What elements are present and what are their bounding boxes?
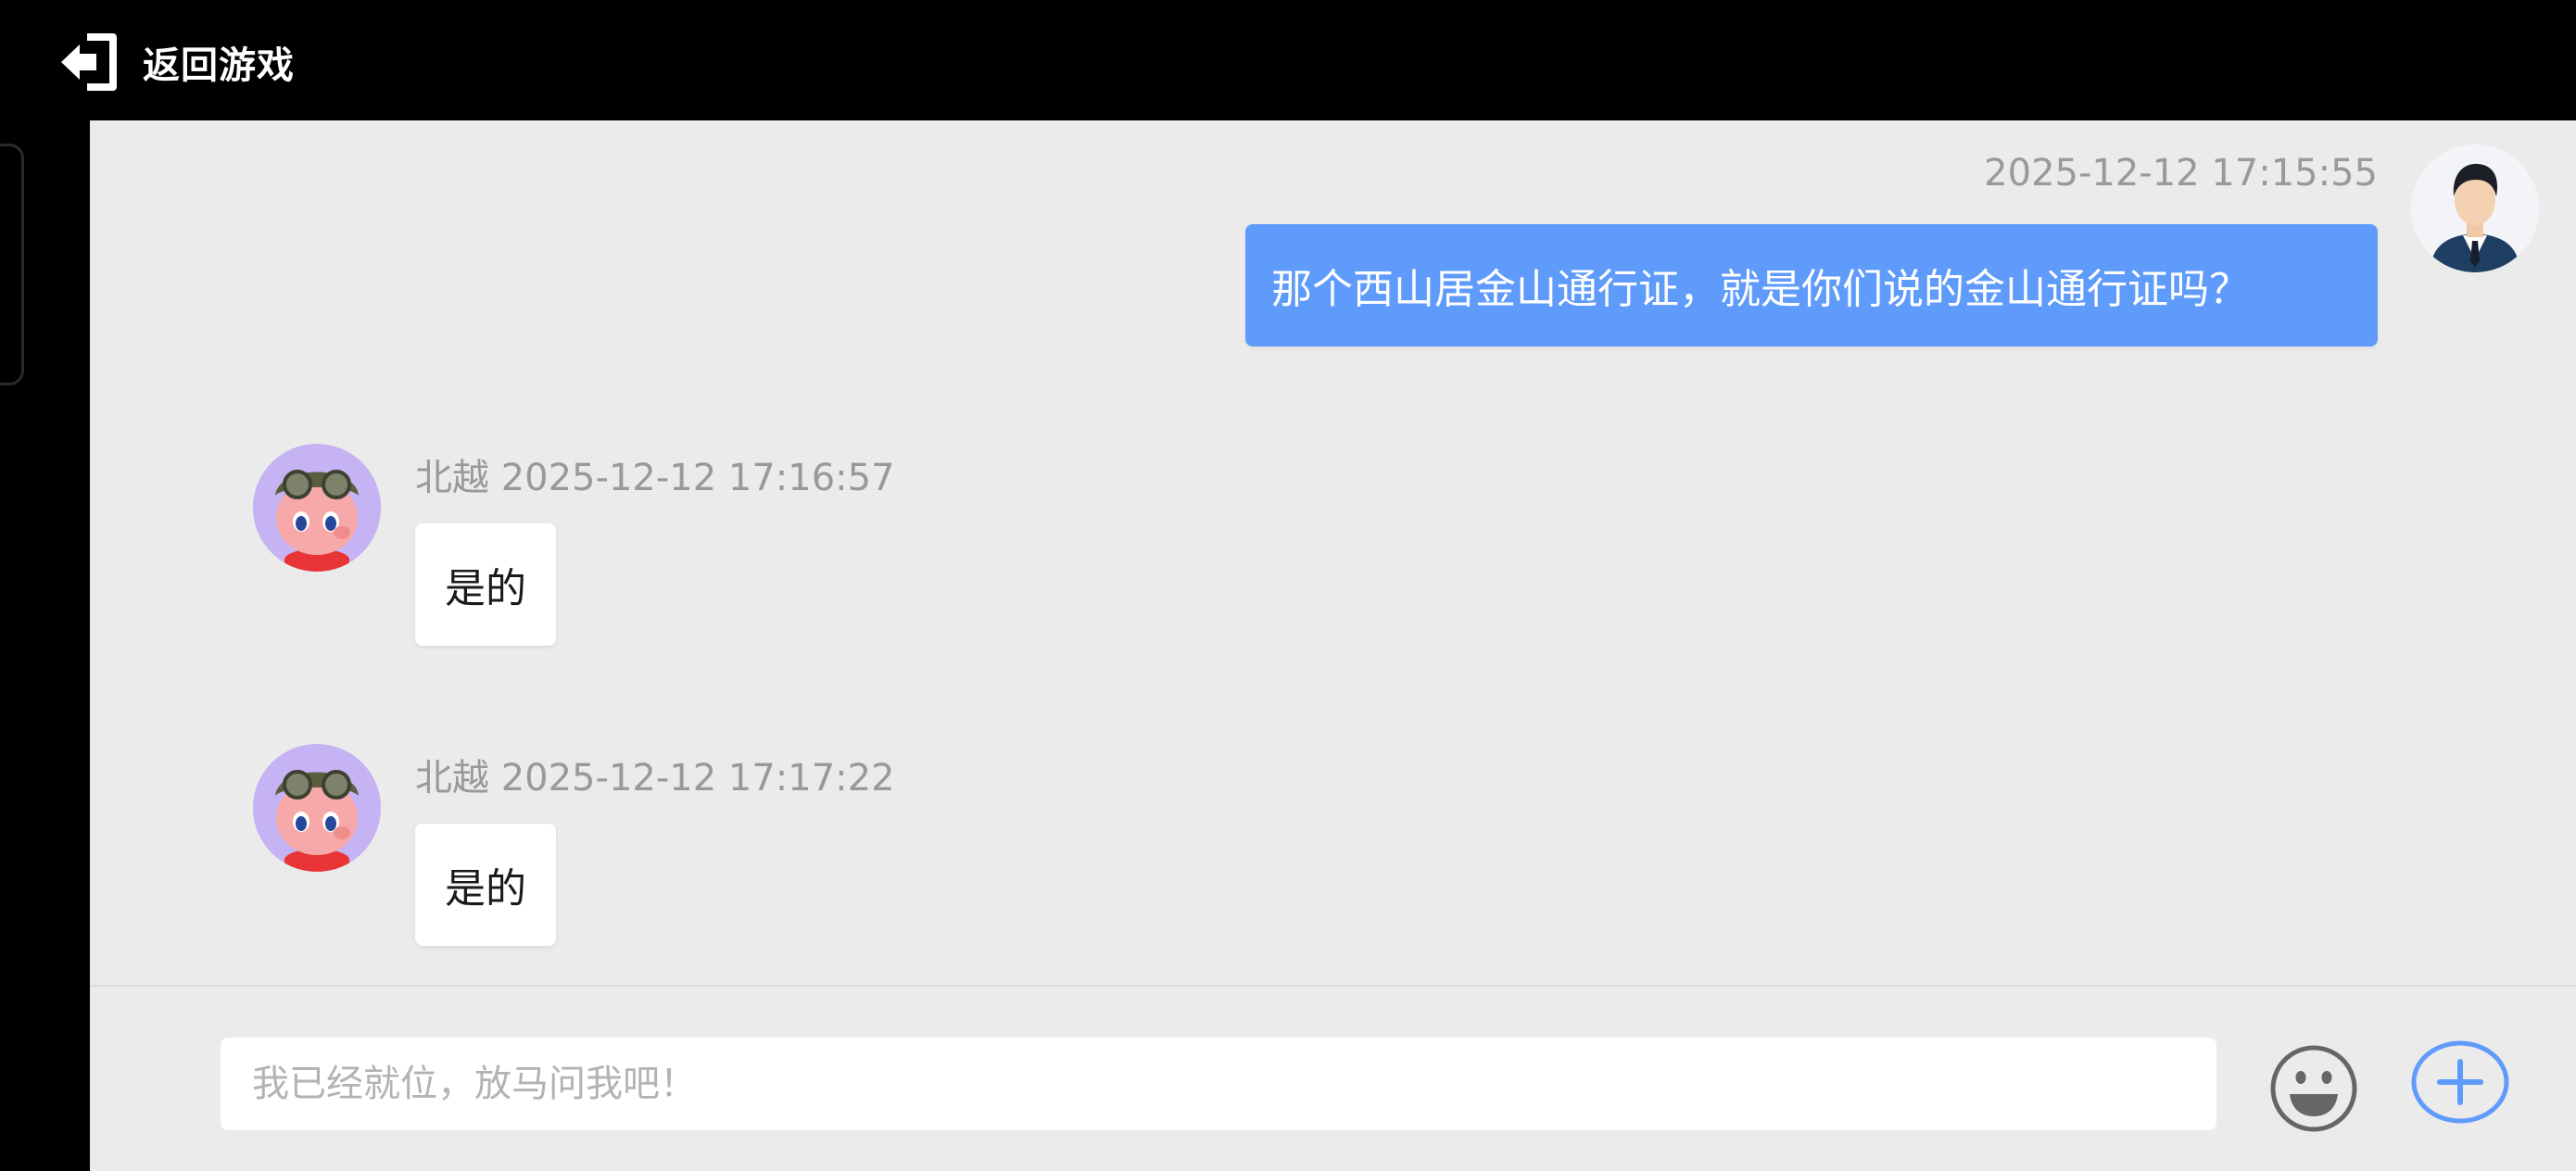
smiley-face-icon <box>2270 1045 2357 1132</box>
chat-message-list[interactable]: 2025-12-12 17:15:55 那个西山居金山通行证，就是你们说的金山通… <box>90 120 2576 985</box>
top-bar: 返回游戏 <box>0 0 2576 120</box>
bot-message-bubble[interactable]: 是的 <box>415 824 556 946</box>
bot-message-bubble[interactable]: 是的 <box>415 523 556 646</box>
own-message-bubble[interactable]: 那个西山居金山通行证，就是你们说的金山通行证吗？ <box>1245 224 2378 346</box>
bot-message-meta: 北越 2025-12-12 17:17:22 <box>415 757 895 800</box>
bot-message-text: 是的 <box>445 865 526 913</box>
bot-message-text: 是的 <box>445 565 526 612</box>
exit-arrow-icon <box>61 33 117 91</box>
bot-avatar[interactable] <box>253 744 381 872</box>
emoji-button[interactable] <box>2269 1044 2358 1133</box>
pig-pilot-avatar-icon <box>253 744 381 872</box>
back-to-game-button[interactable]: 返回游戏 <box>56 31 295 93</box>
side-drawer-handle[interactable] <box>0 144 24 385</box>
plus-circle-icon <box>2411 1040 2509 1124</box>
message-input[interactable] <box>221 1038 2216 1130</box>
add-attachment-button[interactable] <box>2411 1039 2509 1125</box>
own-message-text: 那个西山居金山通行证，就是你们说的金山通行证吗？ <box>1271 266 2250 313</box>
message-timestamp: 2025-12-12 17:15:55 <box>1984 152 2378 195</box>
businessman-avatar-icon <box>2411 145 2539 272</box>
message-input-bar <box>90 987 2576 1171</box>
user-avatar[interactable] <box>2411 145 2539 272</box>
back-to-game-label: 返回游戏 <box>143 44 295 87</box>
pig-pilot-avatar-icon <box>253 444 381 572</box>
bot-avatar[interactable] <box>253 444 381 572</box>
bot-message-meta: 北越 2025-12-12 17:16:57 <box>415 457 895 499</box>
